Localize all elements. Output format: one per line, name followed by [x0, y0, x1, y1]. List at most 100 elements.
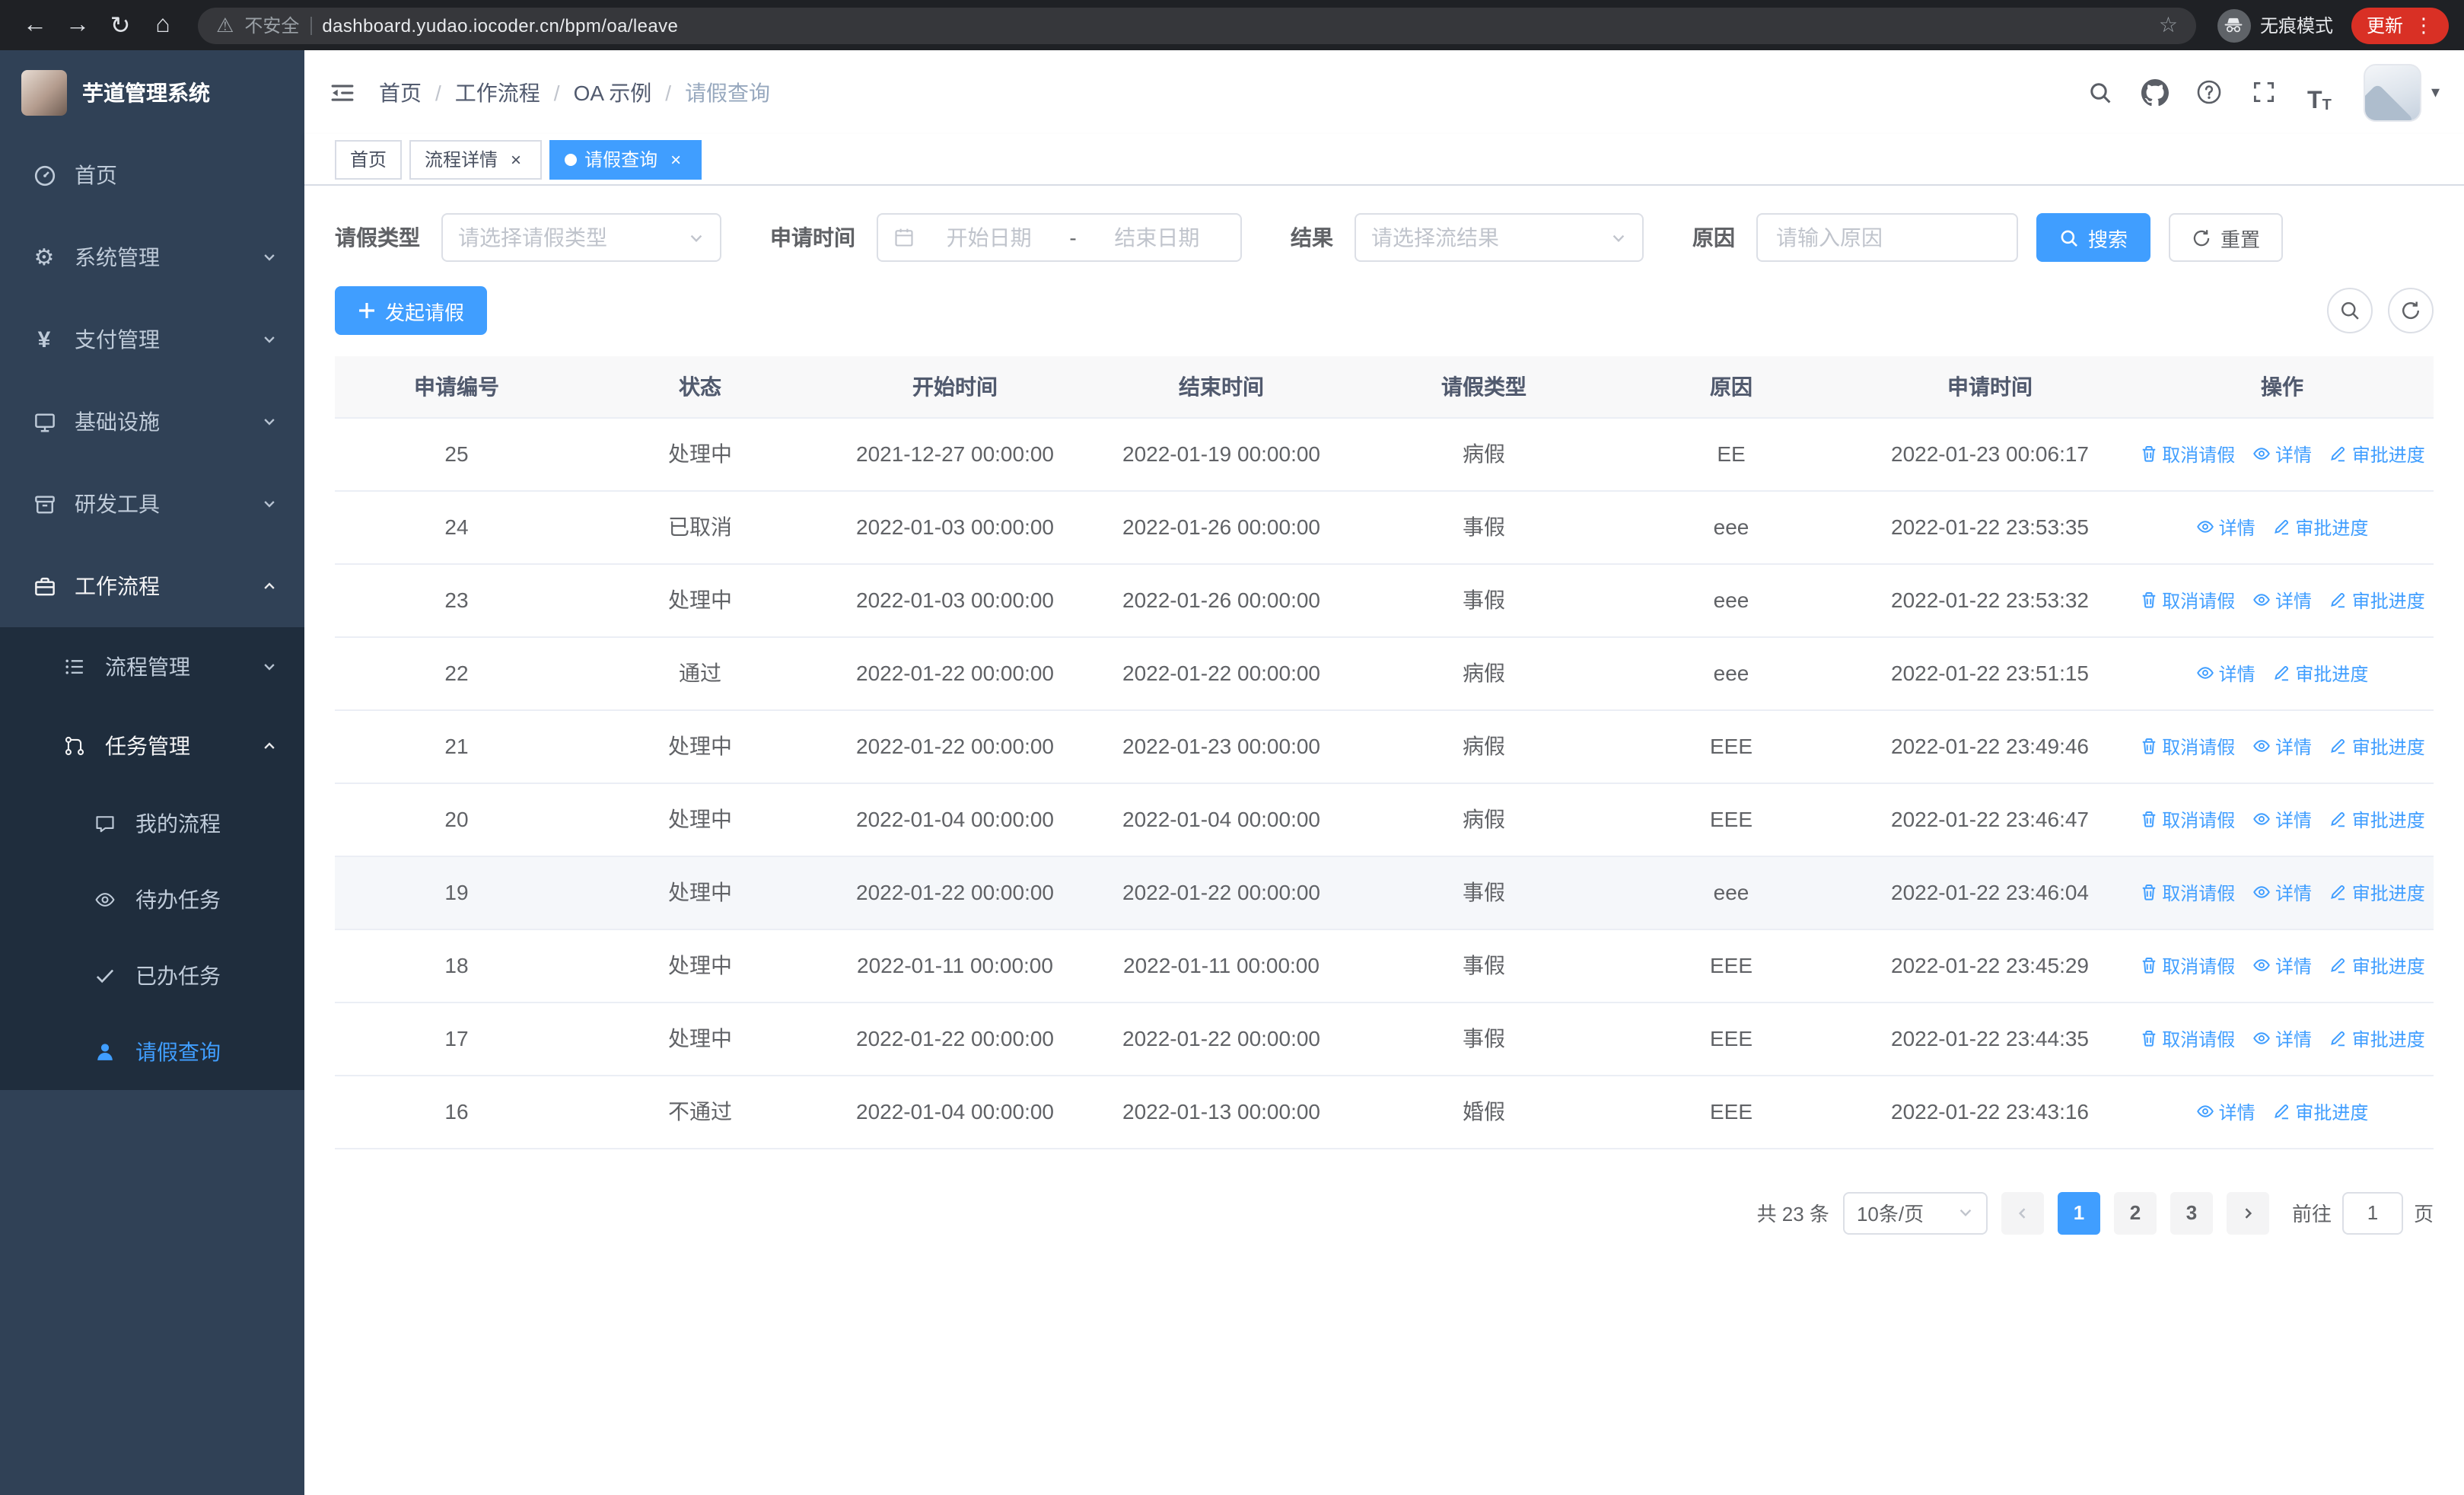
breadcrumb-item[interactable]: 首页: [379, 77, 422, 107]
sidebar-item-home[interactable]: 首页: [0, 134, 304, 216]
cell-end-time: 2022-01-19 00:00:00: [1088, 417, 1355, 491]
next-page-button[interactable]: [2226, 1191, 2269, 1234]
browser-menu-icon[interactable]: ⋮: [2414, 15, 2434, 35]
approval-progress-link[interactable]: 审批进度: [2272, 660, 2368, 686]
cancel-leave-label: 取消请假: [2162, 955, 2236, 977]
table-toolbar: 发起请假: [335, 286, 2434, 335]
approval-progress-link[interactable]: 审批进度: [2329, 733, 2425, 759]
table-row[interactable]: 18 处理中 2022-01-11 00:00:00 2022-01-11 00…: [335, 929, 2434, 1003]
sidebar-item-my-process[interactable]: 我的流程: [0, 786, 304, 862]
reset-button[interactable]: 重置: [2169, 213, 2284, 262]
toggle-search-button[interactable]: [2327, 288, 2373, 333]
page-size-select[interactable]: 10条/页: [1842, 1191, 1988, 1234]
approval-progress-link[interactable]: 审批进度: [2329, 587, 2425, 613]
approval-progress-link[interactable]: 审批进度: [2272, 1098, 2368, 1124]
github-icon[interactable]: [2133, 70, 2177, 114]
sidebar-item-infrastructure[interactable]: 基础设施: [0, 381, 304, 463]
detail-link[interactable]: 详情: [2252, 952, 2312, 978]
tab-home[interactable]: 首页: [335, 139, 403, 179]
table-row[interactable]: 16 不通过 2022-01-04 00:00:00 2022-01-13 00…: [335, 1075, 2434, 1149]
prev-page-button[interactable]: [2001, 1191, 2044, 1234]
search-button[interactable]: 搜索: [2036, 213, 2151, 262]
reason-input[interactable]: [1756, 213, 2018, 262]
font-size-icon[interactable]: TT: [2297, 70, 2341, 114]
refresh-icon[interactable]: ↻: [100, 5, 140, 45]
table-row[interactable]: 23 处理中 2022-01-03 00:00:00 2022-01-26 00…: [335, 563, 2434, 637]
cell-actions: 取消请假 详情 审批进度: [2131, 563, 2434, 637]
cancel-leave-label: 取消请假: [2162, 736, 2236, 757]
app-logo[interactable]: 芋道管理系统: [0, 50, 304, 134]
cancel-leave-link[interactable]: 取消请假: [2139, 952, 2235, 978]
tab-process-detail[interactable]: 流程详情 ×: [409, 139, 543, 179]
approval-progress-link[interactable]: 审批进度: [2272, 514, 2368, 540]
detail-link[interactable]: 详情: [2252, 806, 2312, 832]
sidebar-item-system[interactable]: ⚙ 系统管理: [0, 216, 304, 298]
page-button-2[interactable]: 2: [2113, 1191, 2157, 1234]
detail-link[interactable]: 详情: [2252, 733, 2312, 759]
table-row[interactable]: 24 已取消 2022-01-03 00:00:00 2022-01-26 00…: [335, 490, 2434, 564]
sidebar-item-payment[interactable]: ¥ 支付管理: [0, 298, 304, 381]
browser-update-button[interactable]: 更新 ⋮: [2351, 7, 2449, 43]
trash-icon: [2142, 738, 2155, 754]
cancel-leave-link[interactable]: 取消请假: [2139, 733, 2235, 759]
bookmark-star-icon[interactable]: ☆: [2159, 12, 2178, 38]
approval-progress-link[interactable]: 审批进度: [2329, 952, 2425, 978]
security-label[interactable]: 不安全: [244, 12, 299, 38]
result-select[interactable]: 请选择流结果: [1355, 213, 1644, 262]
help-icon[interactable]: [2188, 70, 2232, 114]
sidebar-item-todo-tasks[interactable]: 待办任务: [0, 862, 304, 938]
sidebar-item-done-tasks[interactable]: 已办任务: [0, 938, 304, 1014]
table-row[interactable]: 22 通过 2022-01-22 00:00:00 2022-01-22 00:…: [335, 636, 2434, 710]
approval-progress-link[interactable]: 审批进度: [2329, 806, 2425, 832]
cancel-leave-link[interactable]: 取消请假: [2139, 879, 2235, 905]
leave-type-select[interactable]: 请选择请假类型: [441, 213, 721, 262]
detail-link[interactable]: 详情: [2252, 441, 2312, 467]
cell-apply-no: 16: [335, 1075, 578, 1149]
sidebar-item-devtools[interactable]: 研发工具: [0, 463, 304, 545]
sidebar-item-workflow[interactable]: 工作流程: [0, 545, 304, 627]
forward-icon[interactable]: →: [58, 5, 97, 45]
refresh-table-button[interactable]: [2388, 288, 2434, 333]
create-leave-button[interactable]: 发起请假: [335, 286, 488, 335]
table-row[interactable]: 19 处理中 2022-01-22 00:00:00 2022-01-22 00…: [335, 856, 2434, 929]
close-icon[interactable]: ×: [505, 148, 527, 170]
table-row[interactable]: 21 处理中 2022-01-22 00:00:00 2022-01-23 00…: [335, 709, 2434, 783]
sidebar-item-leave-query[interactable]: 请假查询: [0, 1014, 304, 1090]
user-menu[interactable]: ▾: [2364, 63, 2440, 121]
back-icon[interactable]: ←: [15, 5, 55, 45]
approval-progress-link[interactable]: 审批进度: [2329, 1025, 2425, 1051]
detail-link[interactable]: 详情: [2196, 660, 2255, 686]
home-icon[interactable]: ⌂: [143, 5, 183, 45]
cancel-leave-link[interactable]: 取消请假: [2139, 441, 2235, 467]
page-button-3[interactable]: 3: [2170, 1191, 2213, 1234]
sidebar-item-process-management[interactable]: 流程管理: [0, 627, 304, 706]
detail-link[interactable]: 详情: [2252, 587, 2312, 613]
approval-progress-link[interactable]: 审批进度: [2329, 441, 2425, 467]
cancel-leave-link[interactable]: 取消请假: [2139, 587, 2235, 613]
cancel-leave-link[interactable]: 取消请假: [2139, 806, 2235, 832]
goto-page-input[interactable]: [2341, 1191, 2403, 1234]
breadcrumb-item[interactable]: 工作流程: [455, 77, 540, 107]
avatar[interactable]: [2364, 63, 2422, 121]
table-row[interactable]: 20 处理中 2022-01-04 00:00:00 2022-01-04 00…: [335, 783, 2434, 856]
url-text[interactable]: dashboard.yudao.iocoder.cn/bpm/oa/leave: [322, 14, 678, 36]
not-secure-warning-icon: ⚠: [216, 14, 234, 37]
tab-leave-query[interactable]: 请假查询 ×: [549, 139, 702, 179]
table-row[interactable]: 25 处理中 2021-12-27 00:00:00 2022-01-19 00…: [335, 417, 2434, 491]
apply-time-range-picker[interactable]: 开始日期 - 结束日期: [877, 213, 1242, 262]
sidebar-collapse-icon[interactable]: [329, 78, 356, 106]
detail-link[interactable]: 详情: [2252, 879, 2312, 905]
approval-progress-link[interactable]: 审批进度: [2329, 879, 2425, 905]
sidebar-item-task-management[interactable]: 任务管理: [0, 706, 304, 786]
address-bar[interactable]: ⚠ 不安全 dashboard.yudao.iocoder.cn/bpm/oa/…: [198, 7, 2196, 43]
cancel-leave-link[interactable]: 取消请假: [2139, 1025, 2235, 1051]
breadcrumb-item[interactable]: OA 示例: [574, 77, 652, 107]
detail-link[interactable]: 详情: [2252, 1025, 2312, 1051]
detail-link[interactable]: 详情: [2196, 514, 2255, 540]
fullscreen-icon[interactable]: [2243, 70, 2287, 114]
close-icon[interactable]: ×: [665, 148, 686, 170]
page-button-1[interactable]: 1: [2057, 1191, 2100, 1234]
detail-link[interactable]: 详情: [2196, 1098, 2255, 1124]
table-row[interactable]: 17 处理中 2022-01-22 00:00:00 2022-01-22 00…: [335, 1002, 2434, 1076]
search-icon[interactable]: [2078, 70, 2122, 114]
